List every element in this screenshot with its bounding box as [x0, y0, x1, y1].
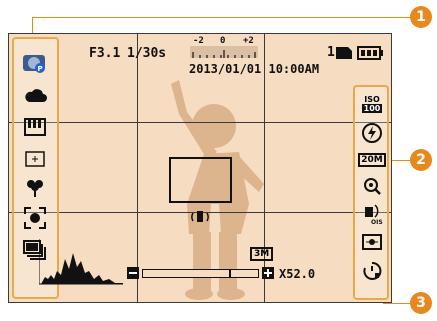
grid-line-h1	[9, 122, 391, 123]
svg-text:OIS: OIS	[371, 219, 383, 225]
iso-label: ISO	[364, 95, 380, 104]
callout-2-marker: 2	[410, 149, 432, 171]
callout-1-line-h	[32, 17, 416, 18]
shooting-options-right-panel: ISO 100 20M OIS	[353, 85, 389, 300]
cloud-icon[interactable]	[20, 83, 50, 107]
camera-screen: F3.1 1/30s -2 0 +2 2013/01/01 10:00AM 1	[8, 33, 392, 303]
mode-badge: 3M	[250, 247, 274, 261]
svg-text:P: P	[38, 65, 43, 73]
shutter-speed: 1/30s	[127, 46, 167, 61]
ev-mid-label: 0	[220, 36, 226, 46]
intelli-zoom-icon[interactable]	[360, 175, 384, 197]
flash-off-icon[interactable]	[360, 121, 384, 145]
grid-line-v1	[137, 34, 138, 302]
spot-focus-icon[interactable]	[20, 147, 50, 171]
zoom-bar[interactable]	[142, 269, 259, 278]
smart-mode-icon[interactable]: P	[20, 49, 50, 75]
histogram	[39, 239, 123, 285]
exposure-scale	[190, 46, 258, 58]
iso-value: 100	[361, 104, 383, 113]
iso-icon[interactable]: ISO 100	[361, 92, 383, 116]
battery-icon	[357, 46, 383, 60]
face-detect-icon[interactable]	[20, 205, 50, 231]
zoom-out-icon[interactable]	[127, 267, 139, 279]
callout-3-line	[383, 303, 411, 304]
metering-icon[interactable]	[360, 231, 384, 253]
callout-3-marker: 3	[410, 292, 432, 314]
photo-size-value: 20M	[358, 153, 386, 167]
shots-remaining: 1	[327, 45, 335, 60]
photo-size-icon[interactable]: 20M	[358, 149, 386, 171]
date-time: 2013/01/01 10:00AM	[189, 62, 320, 76]
focus-frame	[169, 157, 232, 203]
aperture-value: F3.1	[89, 46, 121, 61]
ev-max-label: +2	[243, 36, 254, 46]
ois-icon[interactable]: OIS	[360, 200, 384, 226]
manual-page: 1 2 3 F3.1 1/30s -2 0 +2 2013/01/01 10:0…	[0, 0, 437, 321]
macro-flower-icon[interactable]	[20, 176, 50, 200]
piano-icon[interactable]	[20, 115, 50, 139]
shake-warning-icon	[191, 211, 209, 222]
zoom-in-icon[interactable]	[262, 267, 274, 279]
ev-min-label: -2	[193, 36, 204, 46]
callout-1-marker: 1	[410, 6, 432, 28]
memory-card-icon	[336, 47, 352, 59]
zoom-ratio: X52.0	[279, 267, 316, 281]
timer-icon[interactable]	[360, 259, 384, 283]
